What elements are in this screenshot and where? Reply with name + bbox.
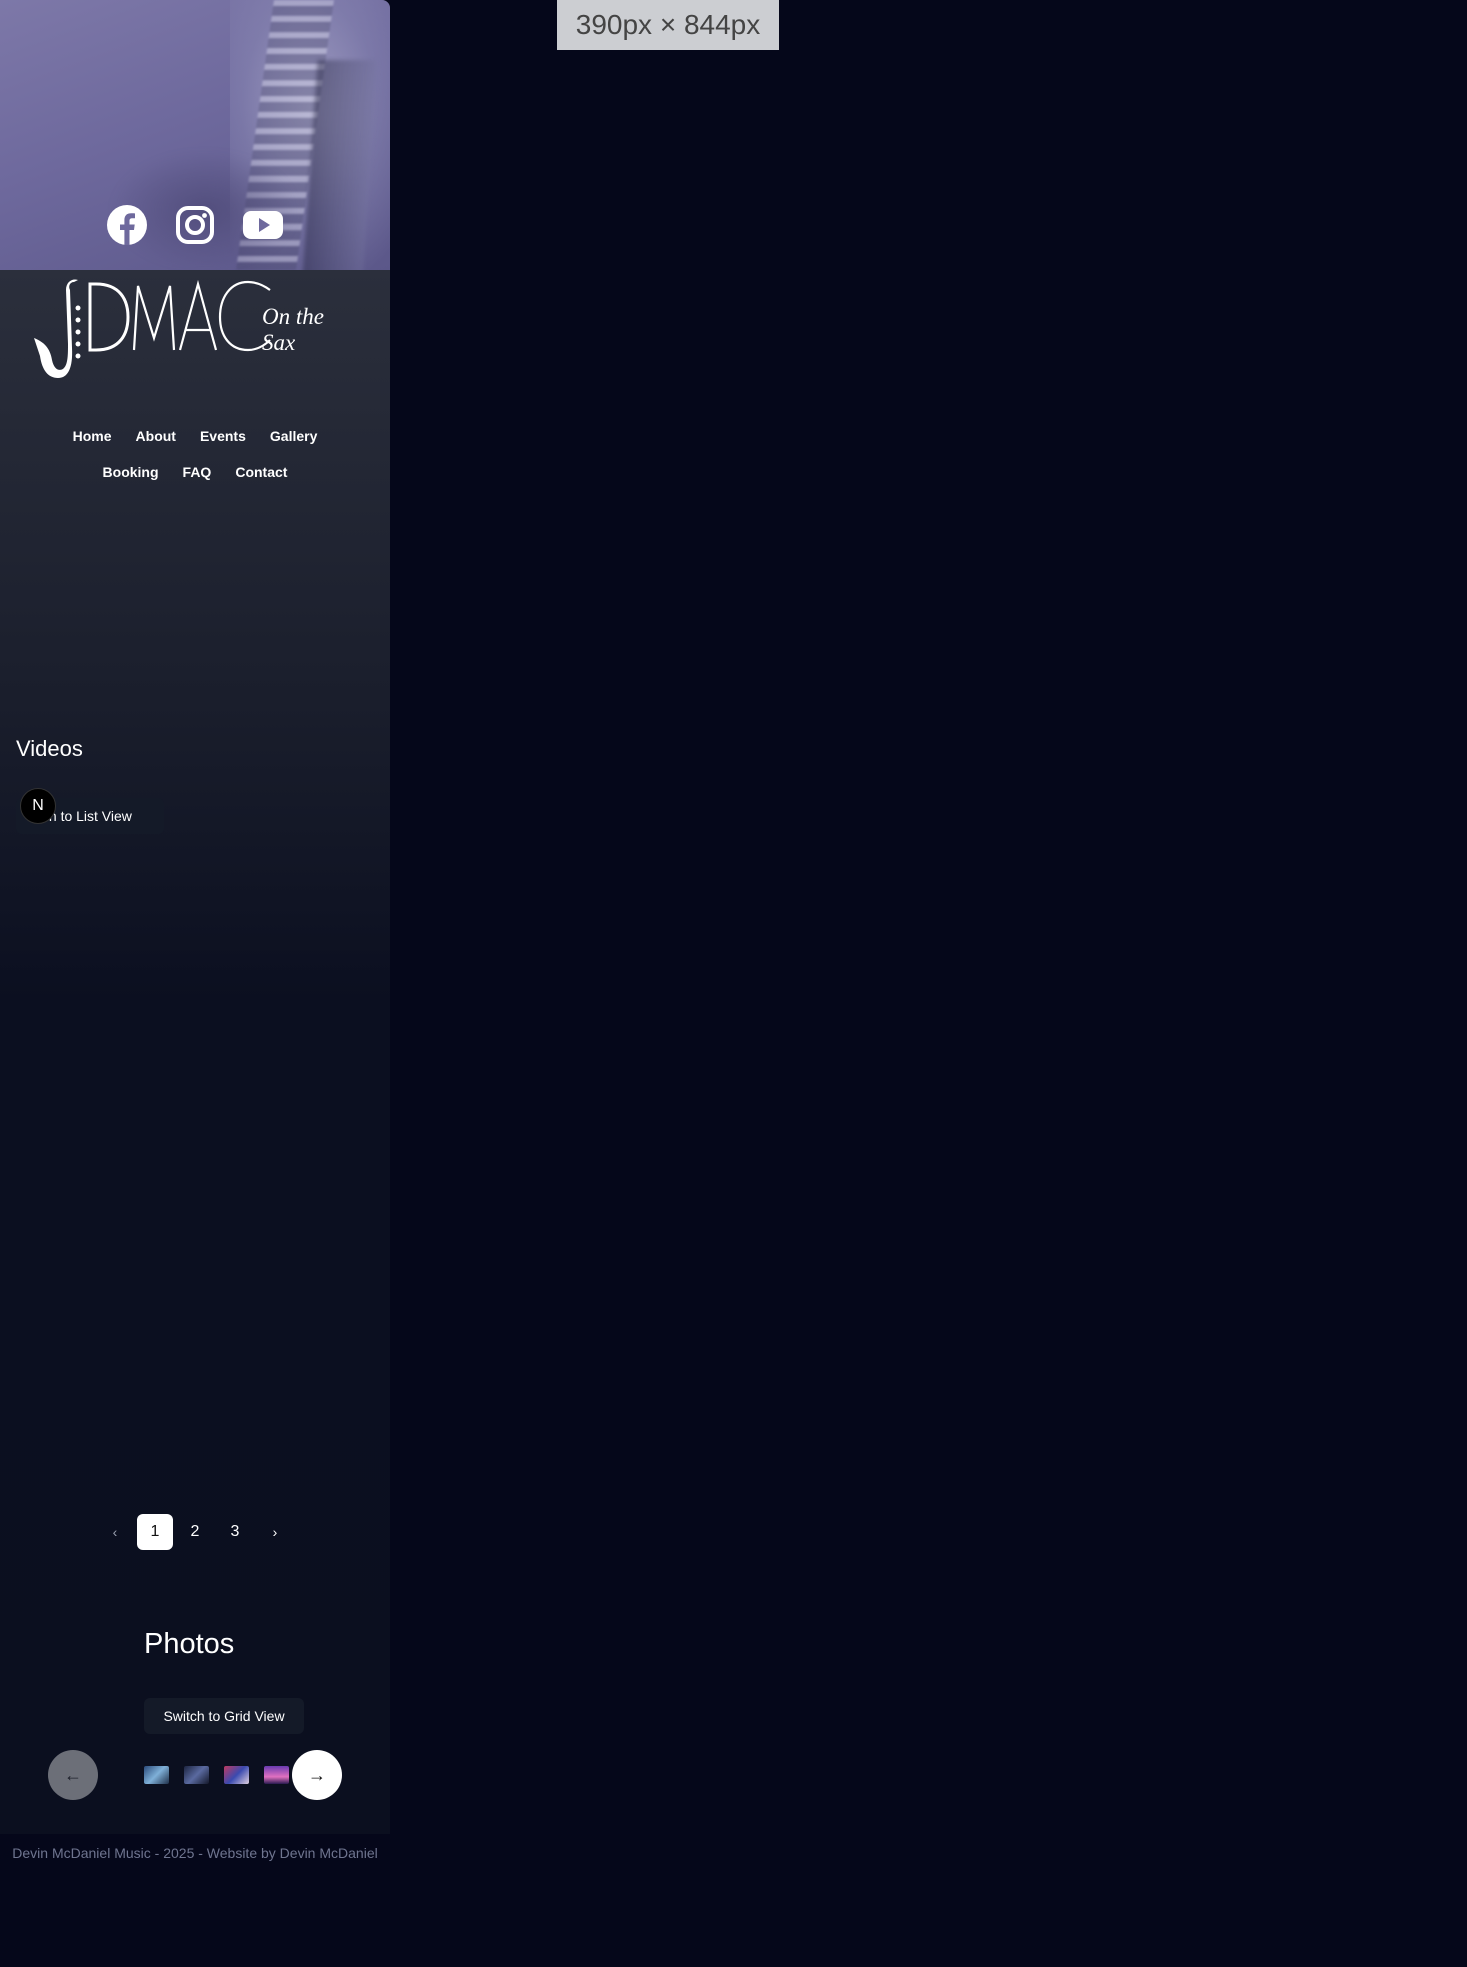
- carousel-prev-button[interactable]: ←: [48, 1750, 98, 1800]
- youtube-icon[interactable]: [242, 204, 284, 246]
- nav-about[interactable]: About: [136, 428, 176, 444]
- nav-row-1: Home About Events Gallery: [0, 418, 390, 454]
- instagram-icon[interactable]: [174, 204, 216, 246]
- nav-booking[interactable]: Booking: [103, 464, 159, 480]
- logo-tagline: On the Sax: [262, 304, 324, 355]
- mobile-page: On the Sax Home About Events Gallery Boo…: [0, 0, 390, 1834]
- social-links: [0, 204, 390, 246]
- photo-thumbnail[interactable]: [184, 1766, 209, 1784]
- page-1-button[interactable]: 1: [137, 1514, 173, 1550]
- main-nav: Home About Events Gallery Booking FAQ Co…: [0, 418, 390, 490]
- nav-row-2: Booking FAQ Contact: [0, 454, 390, 490]
- photo-thumbnail[interactable]: [224, 1766, 249, 1784]
- photo-thumbnails: [144, 1766, 289, 1784]
- nav-gallery[interactable]: Gallery: [270, 428, 317, 444]
- photos-heading: Photos: [144, 1628, 235, 1660]
- nav-events[interactable]: Events: [200, 428, 246, 444]
- page-2-button[interactable]: 2: [177, 1514, 213, 1550]
- page-3-button[interactable]: 3: [217, 1514, 253, 1550]
- photo-thumbnail[interactable]: [144, 1766, 169, 1784]
- switch-to-grid-view-label: Switch to Grid View: [163, 1708, 285, 1724]
- viewport-size-badge: 390px × 844px: [557, 0, 779, 50]
- chevron-right-icon[interactable]: ›: [257, 1514, 293, 1550]
- video-pagination: ‹ 1 2 3 ›: [0, 1514, 390, 1550]
- footer-credit: Devin McDaniel Music - 2025 - Website by…: [12, 1845, 378, 1861]
- videos-heading: Videos: [16, 736, 83, 761]
- arrow-right-icon: →: [308, 1764, 326, 1785]
- site-logo[interactable]: On the Sax: [30, 278, 360, 386]
- hero-image: [0, 0, 390, 270]
- photo-thumbnail[interactable]: [264, 1766, 289, 1784]
- chevron-left-icon[interactable]: ‹: [97, 1514, 133, 1550]
- switch-to-grid-view-button[interactable]: Switch to Grid View: [144, 1698, 304, 1734]
- nav-home[interactable]: Home: [73, 428, 112, 444]
- facebook-icon[interactable]: [106, 204, 148, 246]
- arrow-left-icon: ←: [64, 1764, 82, 1785]
- nav-faq[interactable]: FAQ: [183, 464, 212, 480]
- nav-contact[interactable]: Contact: [235, 464, 287, 480]
- nextjs-dev-badge[interactable]: N: [20, 788, 56, 824]
- carousel-next-button[interactable]: →: [292, 1750, 342, 1800]
